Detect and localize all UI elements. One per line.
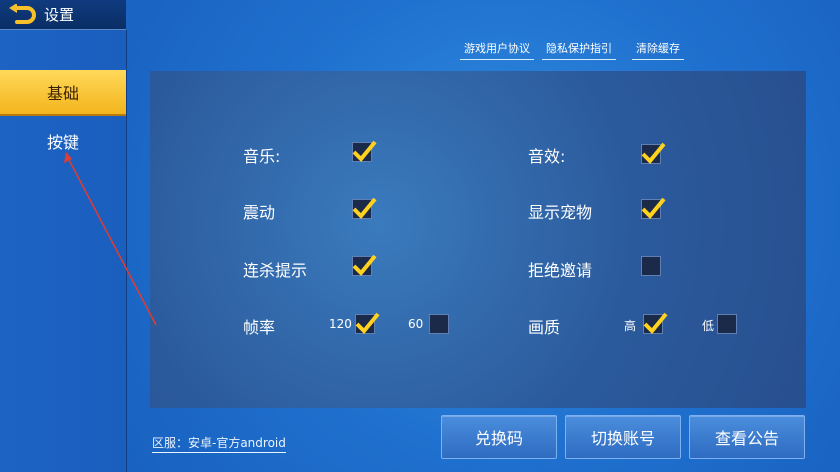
- quality-low-checkbox[interactable]: [717, 314, 737, 334]
- settings-panel: 音乐: 音效: 震动 显示宠物 连杀提示 拒绝邀请 帧率 120 60 画质 高…: [150, 71, 806, 408]
- quality-low-label: 低: [702, 319, 715, 333]
- show-pet-checkbox[interactable]: [641, 197, 666, 219]
- privacy-guide-link[interactable]: 隐私保护指引: [542, 38, 616, 60]
- vibration-checkbox[interactable]: [352, 197, 377, 219]
- clear-cache-link[interactable]: 清除缓存: [632, 38, 684, 60]
- view-notice-button[interactable]: 查看公告: [689, 415, 805, 459]
- user-agreement-link[interactable]: 游戏用户协议: [460, 38, 534, 60]
- frame-rate-label: 帧率: [243, 318, 276, 337]
- quality-label: 画质: [528, 318, 561, 337]
- switch-account-button[interactable]: 切换账号: [565, 415, 681, 459]
- show-pet-label: 显示宠物: [528, 203, 593, 222]
- kill-streak-label: 连杀提示: [243, 261, 308, 280]
- page-title: 设置: [44, 6, 75, 24]
- fps-120-label: 120: [329, 317, 352, 331]
- check-icon: [352, 197, 377, 219]
- reject-invite-label: 拒绝邀请: [528, 261, 593, 280]
- quality-high-checkbox[interactable]: [643, 312, 668, 334]
- sound-label: 音效:: [528, 147, 566, 166]
- sound-checkbox[interactable]: [641, 142, 666, 164]
- sidebar: 基础 按键: [0, 30, 127, 472]
- redeem-code-button[interactable]: 兑换码: [441, 415, 557, 459]
- check-icon: [641, 142, 666, 164]
- check-icon: [355, 312, 380, 334]
- check-icon: [352, 140, 377, 162]
- reject-invite-checkbox[interactable]: [641, 256, 661, 276]
- back-arrow-icon[interactable]: [6, 2, 38, 28]
- server-link[interactable]: 区服：安卓-官方android: [152, 434, 286, 453]
- kill-streak-checkbox[interactable]: [352, 254, 377, 276]
- vibration-label: 震动: [243, 203, 276, 222]
- header-bar: 设置: [0, 0, 126, 30]
- quality-high-label: 高: [624, 319, 637, 333]
- sidebar-item-basic[interactable]: 基础: [0, 70, 126, 116]
- fps-60-label: 60: [408, 317, 424, 331]
- top-links: 游戏用户协议 隐私保护指引 清除缓存: [460, 38, 684, 60]
- check-icon: [641, 197, 666, 219]
- check-icon: [352, 254, 377, 276]
- fps-120-checkbox[interactable]: [355, 312, 380, 334]
- check-icon: [643, 312, 668, 334]
- music-checkbox[interactable]: [352, 140, 377, 162]
- sidebar-item-keys[interactable]: 按键: [0, 119, 126, 163]
- music-label: 音乐:: [243, 147, 281, 166]
- fps-60-checkbox[interactable]: [429, 314, 449, 334]
